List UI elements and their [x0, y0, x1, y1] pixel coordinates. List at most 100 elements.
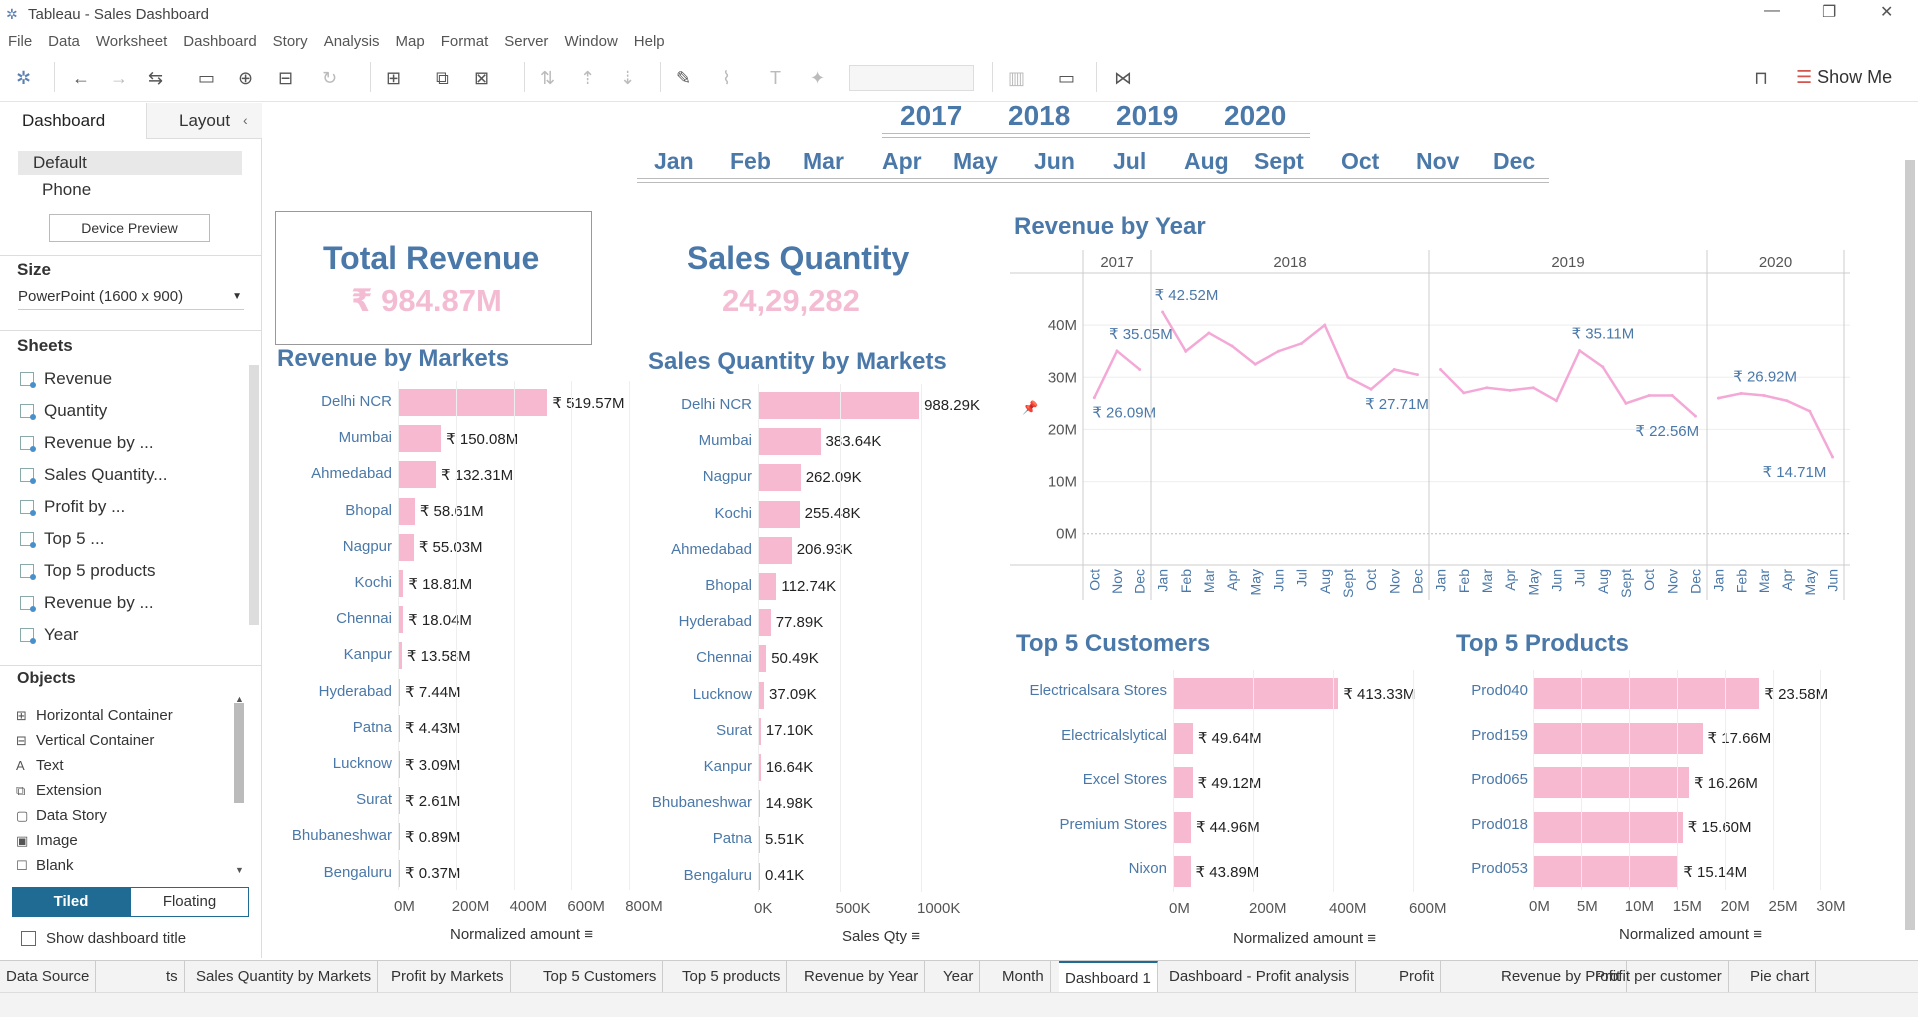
tab-pie-chart[interactable]: Pie chart [1744, 961, 1817, 993]
sheet-item[interactable]: Revenue [20, 363, 167, 395]
duplicate-icon[interactable]: ⧉ [436, 68, 449, 88]
month-filter-item[interactable]: Jul [1113, 148, 1146, 175]
object-item[interactable]: A Text [16, 753, 173, 778]
sort-descending-icon[interactable]: ⇣ [620, 68, 635, 88]
tab-dashboard-profit-analysis[interactable]: Dashboard - Profit analysis [1163, 961, 1357, 993]
menu-map[interactable]: Map [388, 33, 433, 50]
qty-market-bar[interactable] [758, 609, 771, 637]
menu-format[interactable]: Format [433, 33, 497, 50]
sheet-item[interactable]: Revenue by ... [20, 427, 167, 459]
save-icon[interactable]: ▭ [198, 68, 215, 88]
month-filter-item[interactable]: Oct [1341, 148, 1379, 175]
checkbox[interactable] [21, 931, 36, 946]
show-dashboard-title[interactable]: Show dashboard title [21, 930, 186, 947]
month-filter-item[interactable]: Aug [1184, 148, 1229, 175]
sheet-item[interactable]: Quantity [20, 395, 167, 427]
month-filter-item[interactable]: Nov [1416, 148, 1459, 175]
menu-help[interactable]: Help [626, 33, 673, 50]
presentation-mode-icon[interactable]: ▭ [1058, 68, 1075, 88]
object-item[interactable]: ⊞ Horizontal Container [16, 703, 173, 728]
qty-market-bar[interactable] [758, 573, 777, 600]
pin-icon[interactable]: 📌 [1022, 400, 1038, 416]
object-item[interactable]: ▢ Data Story [16, 803, 173, 828]
sort-ascending-icon[interactable]: ⇡ [580, 68, 595, 88]
share-icon[interactable]: ⋈ [1114, 68, 1132, 88]
month-filter-item[interactable]: Jan [654, 148, 694, 175]
object-item[interactable]: ⧉ Extension [16, 778, 173, 803]
floating-button[interactable]: Floating [130, 887, 249, 917]
revenue-market-bar[interactable] [398, 425, 442, 453]
sort-icon[interactable]: ≡ [584, 926, 593, 943]
year-filter-item[interactable]: 2019 [1116, 100, 1178, 132]
revenue-market-bar[interactable] [398, 533, 414, 561]
highlight-icon[interactable]: ✎ [676, 68, 691, 88]
tab-data-source[interactable]: Data Source [0, 961, 97, 993]
show-me-button[interactable]: ☰ Show Me [1796, 67, 1892, 88]
tab-ts[interactable]: ts [160, 961, 185, 993]
collapse-panel-icon[interactable]: ‹ [243, 112, 248, 128]
dashboard-scrollbar[interactable] [1905, 160, 1915, 930]
sheet-item[interactable]: Top 5 products [20, 555, 167, 587]
tab-year[interactable]: Year [937, 961, 981, 993]
pin-icon[interactable]: ✦ [810, 68, 825, 88]
menu-dashboard[interactable]: Dashboard [175, 33, 264, 50]
menu-window[interactable]: Window [556, 33, 625, 50]
object-item[interactable]: ▣ Image [16, 828, 173, 853]
object-item[interactable]: ⊟ Vertical Container [16, 728, 173, 753]
revenue-market-bar[interactable] [398, 389, 548, 416]
menu-file[interactable]: File [0, 33, 40, 50]
size-select[interactable]: PowerPoint (1600 x 900) ▼ [18, 286, 244, 310]
labels-icon[interactable]: T [770, 68, 781, 88]
sort-icon[interactable]: ≡ [911, 928, 920, 945]
sheet-item[interactable]: Sales Quantity... [20, 459, 167, 491]
customer-bar[interactable] [1173, 811, 1191, 843]
revenue-market-bar[interactable] [398, 497, 415, 525]
undo-icon[interactable]: ← [72, 68, 90, 88]
month-filter-item[interactable]: Jun [1034, 148, 1075, 175]
month-filter-item[interactable]: May [953, 148, 998, 175]
device-default[interactable]: Default [18, 151, 242, 175]
pause-updates-icon[interactable]: ⊟ [278, 68, 293, 88]
device-preview-button[interactable]: Device Preview [49, 214, 210, 242]
product-bar[interactable] [1533, 811, 1683, 843]
qty-market-bar[interactable] [758, 645, 767, 673]
customer-bar[interactable] [1173, 722, 1193, 754]
menu-worksheet[interactable]: Worksheet [88, 33, 175, 50]
show-cards-icon[interactable]: ▥ [1008, 68, 1025, 88]
replace-data-icon[interactable]: ⇆ [148, 68, 163, 88]
year-filter-item[interactable]: 2018 [1008, 100, 1070, 132]
tab-top-5-products[interactable]: Top 5 products [676, 961, 788, 993]
sheet-item[interactable]: Top 5 ... [20, 523, 167, 555]
sheet-item[interactable]: Year [20, 619, 167, 651]
fit-select[interactable] [849, 65, 974, 91]
qty-market-bar[interactable] [758, 464, 801, 492]
tab-profit[interactable]: Profit [1393, 961, 1442, 993]
month-filter-item[interactable]: Mar [803, 148, 844, 175]
month-filter-item[interactable]: Sept [1254, 148, 1304, 175]
swap-icon[interactable]: ⇅ [540, 68, 555, 88]
year-filter-item[interactable]: 2017 [900, 100, 962, 132]
new-data-source-icon[interactable]: ⊕ [238, 68, 253, 88]
tab-month[interactable]: Month [996, 961, 1051, 993]
format-painter-icon[interactable]: ⊓ [1754, 68, 1768, 88]
customer-bar[interactable] [1173, 856, 1191, 887]
tab-top-5-customers[interactable]: Top 5 Customers [537, 961, 664, 993]
menu-story[interactable]: Story [265, 33, 316, 50]
customer-bar[interactable] [1173, 767, 1193, 798]
year-filter-item[interactable]: 2020 [1224, 100, 1286, 132]
product-bar[interactable] [1533, 767, 1690, 798]
device-phone[interactable]: Phone [42, 180, 91, 200]
menu-server[interactable]: Server [496, 33, 556, 50]
object-item[interactable]: ☐ Blank [16, 853, 173, 878]
redo-icon[interactable]: → [110, 68, 128, 88]
tab-dashboard[interactable]: Dashboard [0, 103, 146, 139]
revenue-market-bar[interactable] [398, 461, 437, 489]
qty-market-bar[interactable] [758, 500, 800, 528]
product-bar[interactable] [1533, 856, 1679, 887]
sheet-item[interactable]: Profit by ... [20, 491, 167, 523]
month-filter-item[interactable]: Dec [1493, 148, 1535, 175]
refresh-icon[interactable]: ↻ [322, 68, 337, 88]
sort-icon[interactable]: ≡ [1367, 930, 1376, 947]
restore-icon[interactable]: ❐ [1822, 2, 1836, 22]
close-icon[interactable]: ✕ [1880, 2, 1893, 22]
